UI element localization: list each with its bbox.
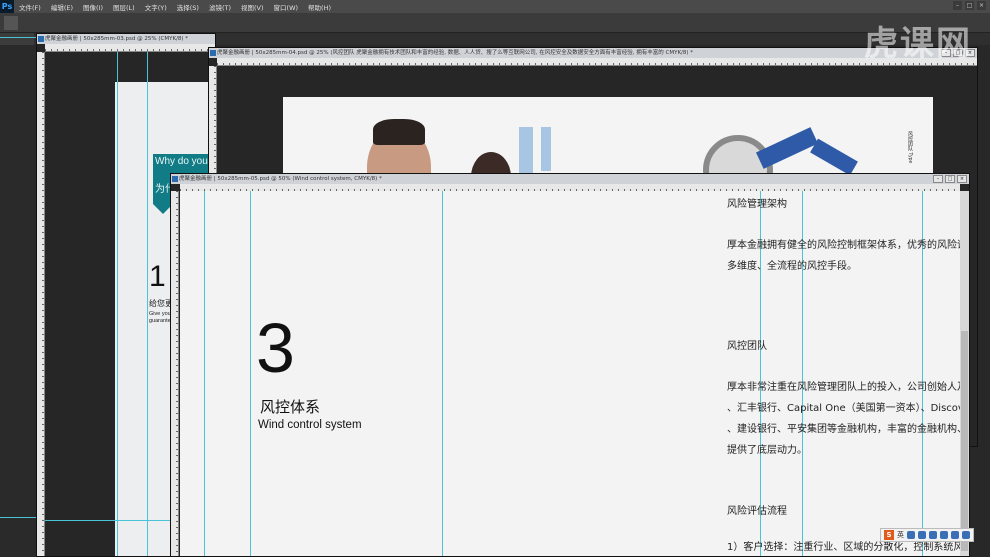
menu-select[interactable]: 选择(S): [172, 2, 204, 12]
guide-line: [147, 52, 148, 556]
current-tool-icon[interactable]: [4, 16, 18, 30]
section-title-en: Wind control system: [258, 419, 362, 431]
close-icon[interactable]: ×: [977, 1, 986, 10]
photo-background-shape: [541, 127, 551, 171]
window-titlebar[interactable]: 虎聚金融画册 | 50x285mm-05.psd @ 50% (Wind con…: [171, 174, 969, 184]
body-text-line: 厚本金融拥有健全的风险控制框架体系，优秀的风险评: [727, 240, 967, 251]
close-icon[interactable]: ×: [957, 175, 967, 183]
body-text-line: 、建设银行、平安集团等金融机构，丰富的金融机构、: [727, 424, 967, 435]
horizontal-ruler[interactable]: [45, 44, 215, 52]
ps-doc-icon: [38, 36, 44, 42]
photoshop-logo: Ps: [0, 0, 14, 13]
photo-blue-pinwheel: [810, 138, 858, 176]
maximize-icon[interactable]: □: [965, 1, 974, 10]
maximize-icon[interactable]: □: [945, 175, 955, 183]
guide-line: [442, 191, 443, 556]
menu-filter[interactable]: 滤镜(T): [204, 2, 236, 12]
menu-edit[interactable]: 编辑(E): [46, 2, 78, 12]
menu-layer[interactable]: 图层(L): [108, 2, 140, 12]
options-bar: [0, 13, 990, 33]
guide-line: [204, 191, 205, 556]
tools-icon[interactable]: [962, 531, 970, 539]
window-titlebar[interactable]: 虎聚金融画册 | 50x285mm-03.psd @ 25% (CMYK/8) …: [37, 34, 215, 44]
ps-doc-icon: [172, 176, 178, 182]
document-canvas[interactable]: 3 风控体系 Wind control system 风险管理架构 厚本金融拥有…: [180, 191, 969, 556]
window-title: 虎聚金融画册 | 50x285mm-03.psd @ 25% (CMYK/8) …: [45, 36, 189, 42]
keyboard-icon[interactable]: [940, 531, 948, 539]
punctuation-icon[interactable]: [907, 531, 915, 539]
vertical-ruler[interactable]: [37, 52, 45, 556]
photo-background-shape: [519, 127, 533, 177]
section-title-cn: 风控体系: [260, 398, 321, 416]
document-window-c[interactable]: 虎聚金融画册 | 50x285mm-05.psd @ 50% (Wind con…: [170, 173, 970, 557]
menu-bar: Ps 文件(F) 编辑(E) 图像(I) 图层(L) 文字(Y) 选择(S) 滤…: [0, 0, 990, 13]
minimize-icon[interactable]: –: [953, 1, 962, 10]
microphone-icon[interactable]: [929, 531, 937, 539]
heading-risk-architecture: 风险管理架构: [727, 199, 787, 210]
menu-window[interactable]: 窗口(W): [269, 2, 304, 12]
emoji-icon[interactable]: [918, 531, 926, 539]
heading-risk-team: 风控团队: [727, 341, 767, 352]
horizontal-ruler[interactable]: [217, 58, 977, 66]
side-label: 风控团队 Type: [907, 131, 913, 164]
menu-type[interactable]: 文字(Y): [140, 2, 172, 12]
body-text-line: 厚本非常注重在风险管理团队上的投入，公司创始人及: [727, 382, 967, 393]
scrollbar-thumb[interactable]: [961, 331, 968, 551]
heading-risk-process: 风险评估流程: [727, 506, 787, 517]
body-text-line: 提供了底层动力。: [727, 445, 807, 456]
ribbon-english-text: Why do you choose us: [155, 156, 215, 167]
body-text-line: 多维度、全流程的风控手段。: [727, 261, 857, 272]
minimize-icon[interactable]: –: [933, 175, 943, 183]
tab-doc-1[interactable]: [0, 33, 34, 45]
photo-person-hair: [373, 119, 425, 145]
guide-line: [117, 52, 118, 556]
sogou-icon[interactable]: S: [884, 530, 894, 540]
body-text-line: 、汇丰银行、Capital One（美国第一资本）、Discove: [727, 403, 970, 414]
guide-line: [0, 517, 36, 518]
vertical-scrollbar[interactable]: [960, 191, 969, 556]
ime-language-label[interactable]: 英: [897, 530, 904, 540]
vertical-ruler[interactable]: [171, 191, 179, 556]
section-number: 3: [256, 309, 295, 387]
window-titlebar[interactable]: 虎聚金融画册 | 50x285mm-04.psd @ 25% (风控团队 虎聚金…: [209, 48, 977, 58]
window-title: 虎聚金融画册 | 50x285mm-05.psd @ 50% (Wind con…: [179, 176, 382, 182]
skin-icon[interactable]: [951, 531, 959, 539]
menu-image[interactable]: 图像(I): [78, 2, 108, 12]
photo-blue-pinwheel: [756, 127, 818, 169]
menu-help[interactable]: 帮助(H): [303, 2, 336, 12]
menu-file[interactable]: 文件(F): [14, 2, 46, 12]
ime-toolbar[interactable]: S 英: [880, 528, 974, 542]
section-number: 1: [149, 260, 166, 293]
window-title: 虎聚金融画册 | 50x285mm-04.psd @ 25% (风控团队 虎聚金…: [217, 50, 694, 56]
menu-view[interactable]: 视图(V): [236, 2, 269, 12]
watermark-logo: 虎课网: [864, 24, 972, 64]
ps-doc-icon: [210, 50, 216, 56]
guide-line: [0, 37, 36, 38]
tools-panel: [0, 37, 36, 557]
guide-line: [250, 191, 251, 556]
